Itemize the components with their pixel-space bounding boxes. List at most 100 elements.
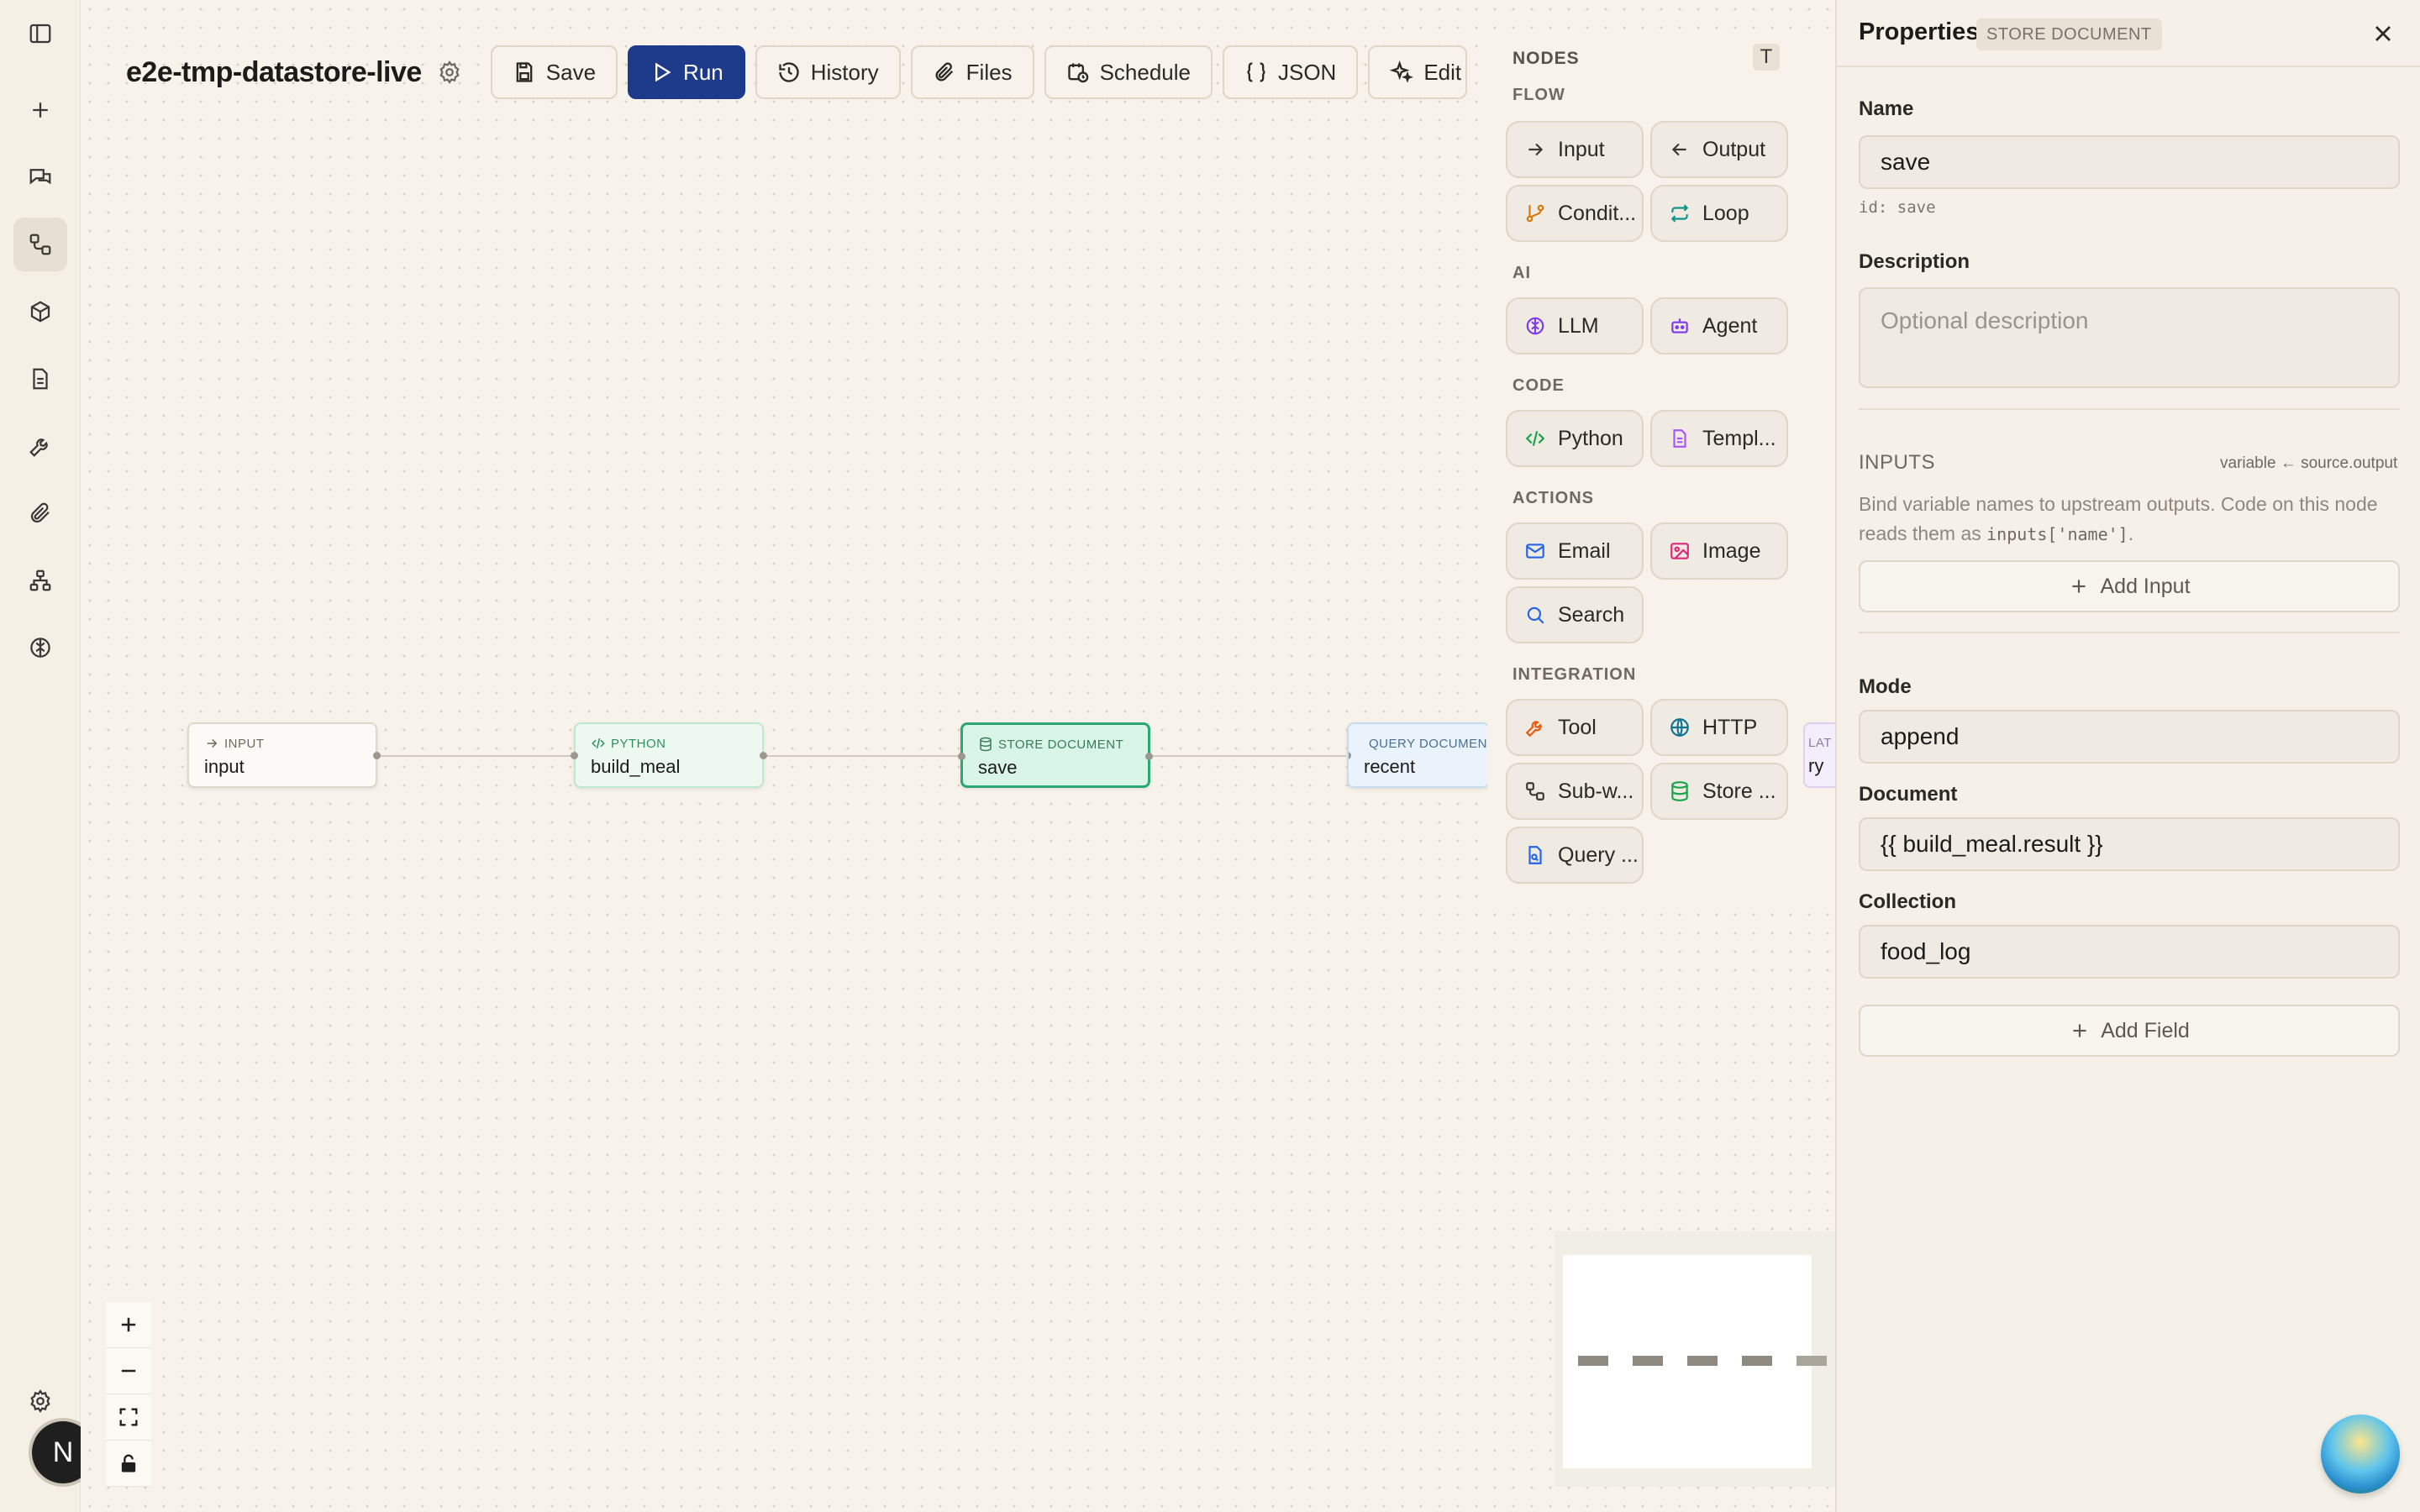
bot-icon <box>1671 318 1688 333</box>
palette-item-email[interactable]: Email <box>1506 522 1644 580</box>
schedule-button[interactable]: Schedule <box>1044 45 1213 99</box>
braces-icon <box>1247 62 1265 82</box>
history-button[interactable]: History <box>755 45 901 99</box>
workflow-node-query-document[interactable]: QUERY DOCUMENT recent <box>1347 722 1490 788</box>
node-type-label: STORE DOCUMENT <box>998 737 1124 752</box>
expand-icon <box>119 1408 138 1426</box>
workflow-node-python[interactable]: PYTHON build_meal <box>571 722 767 788</box>
output-handle[interactable] <box>1145 753 1153 760</box>
collection-field[interactable]: food_log <box>1859 925 2400 979</box>
attachments-icon[interactable] <box>13 486 67 540</box>
palette-item-query-document[interactable]: Query ... <box>1506 827 1644 884</box>
json-button[interactable]: JSON <box>1222 45 1359 99</box>
workflow-node-store-document[interactable]: STORE DOCUMENT save <box>958 722 1153 788</box>
mode-field[interactable]: append <box>1859 710 2400 764</box>
documents-icon[interactable] <box>13 352 67 406</box>
palette-item-template[interactable]: Templ... <box>1650 410 1788 467</box>
chats-icon[interactable] <box>13 150 67 204</box>
palette-item-tool[interactable]: Tool <box>1506 699 1644 756</box>
database-icon <box>1671 781 1688 801</box>
workflow-node-input[interactable]: INPUT input <box>187 722 381 788</box>
name-field[interactable]: save <box>1859 135 2400 189</box>
palette-section-flow: FLOW <box>1512 86 1565 104</box>
packages-icon[interactable] <box>13 285 67 339</box>
palette-item-input[interactable]: Input <box>1506 121 1644 178</box>
minimap-node <box>1633 1356 1663 1366</box>
palette-item-loop[interactable]: Loop <box>1650 185 1788 242</box>
document-field[interactable]: {{ build_meal.result }} <box>1859 817 2400 871</box>
edge <box>376 755 573 757</box>
palette-item-search[interactable]: Search <box>1506 586 1644 643</box>
tools-icon[interactable] <box>13 419 67 473</box>
workflow-toolbar: e2e-tmp-datastore-live Save Run History … <box>126 45 1468 99</box>
zoom-in-button[interactable] <box>106 1302 151 1348</box>
database-icon <box>980 737 992 752</box>
add-input-label: Add Input <box>2100 574 2191 598</box>
input-handle[interactable] <box>1349 752 1351 759</box>
image-icon <box>1670 543 1689 559</box>
save-icon <box>516 62 533 82</box>
palette-item-label: Tool <box>1558 715 1597 739</box>
edit-button[interactable]: Edit <box>1368 45 1468 99</box>
node-palette: NODES T FLOW Input Output Condit... Loop… <box>1487 34 1832 899</box>
output-handle[interactable] <box>760 752 767 759</box>
mail-icon <box>1526 543 1544 559</box>
brain-icon[interactable] <box>13 621 67 675</box>
palette-item-condition[interactable]: Condit... <box>1506 185 1644 242</box>
palette-item-python[interactable]: Python <box>1506 410 1644 467</box>
workflow-settings-icon[interactable] <box>437 60 462 85</box>
add-field-button[interactable]: Add Field <box>1859 1005 2400 1057</box>
description-field[interactable]: Optional description <box>1859 287 2400 388</box>
toggle-sidebar-icon[interactable] <box>13 7 67 60</box>
inputs-desc-code: inputs['name'] <box>1986 524 2128 544</box>
workflows-icon[interactable] <box>13 218 67 271</box>
inputs-description: Bind variable names to upstream outputs.… <box>1859 490 2405 549</box>
palette-toggle-button[interactable]: T <box>1753 44 1780 71</box>
divider <box>1859 632 2400 633</box>
org-chart-icon[interactable] <box>13 554 67 607</box>
palette-section-integration: INTEGRATION <box>1512 665 1637 684</box>
minimap-node <box>1742 1356 1772 1366</box>
lock-button[interactable] <box>106 1441 151 1487</box>
file-search-icon <box>1528 846 1542 864</box>
palette-item-label: Email <box>1558 538 1611 563</box>
save-label: Save <box>545 59 597 85</box>
palette-item-output[interactable]: Output <box>1650 121 1788 178</box>
minimap-node <box>1687 1356 1718 1366</box>
new-icon[interactable] <box>13 83 67 137</box>
paperclip-icon <box>935 62 953 81</box>
input-handle[interactable] <box>958 753 965 760</box>
collection-label: Collection <box>1859 890 1957 913</box>
properties-panel: Properties STORE DOCUMENT Name save id: … <box>1835 0 2420 1512</box>
input-handle[interactable] <box>571 752 578 759</box>
fit-view-button[interactable] <box>106 1394 151 1441</box>
workflow-title[interactable]: e2e-tmp-datastore-live <box>126 56 422 89</box>
palette-item-label: HTTP <box>1702 715 1758 739</box>
minimap-node <box>1578 1356 1608 1366</box>
palette-item-http[interactable]: HTTP <box>1650 699 1788 756</box>
run-button[interactable]: Run <box>628 45 745 99</box>
json-label: JSON <box>1277 59 1337 85</box>
palette-item-label: Condit... <box>1558 201 1637 225</box>
files-button[interactable]: Files <box>910 45 1034 99</box>
app-logo-icon[interactable] <box>2321 1415 2400 1494</box>
left-sidebar <box>0 0 82 1512</box>
output-handle[interactable] <box>373 752 381 759</box>
gear-icon[interactable] <box>13 1374 67 1428</box>
palette-item-sub-workflow[interactable]: Sub-w... <box>1506 763 1644 820</box>
palette-title: NODES <box>1512 49 1580 68</box>
palette-item-image[interactable]: Image <box>1650 522 1788 580</box>
divider <box>1837 66 2420 67</box>
node-name: save <box>978 757 1018 778</box>
palette-item-llm[interactable]: LLM <box>1506 297 1644 354</box>
plus-icon <box>121 1317 136 1332</box>
palette-item-agent[interactable]: Agent <box>1650 297 1788 354</box>
run-label: Run <box>683 59 723 85</box>
palette-item-store-document[interactable]: Store ... <box>1650 763 1788 820</box>
add-input-button[interactable]: Add Input <box>1859 560 2400 612</box>
zoom-out-button[interactable] <box>106 1348 151 1394</box>
name-label: Name <box>1859 97 1914 120</box>
save-button[interactable]: Save <box>490 45 618 99</box>
close-icon[interactable] <box>2370 20 2396 47</box>
arrow-left-icon <box>1671 143 1686 156</box>
